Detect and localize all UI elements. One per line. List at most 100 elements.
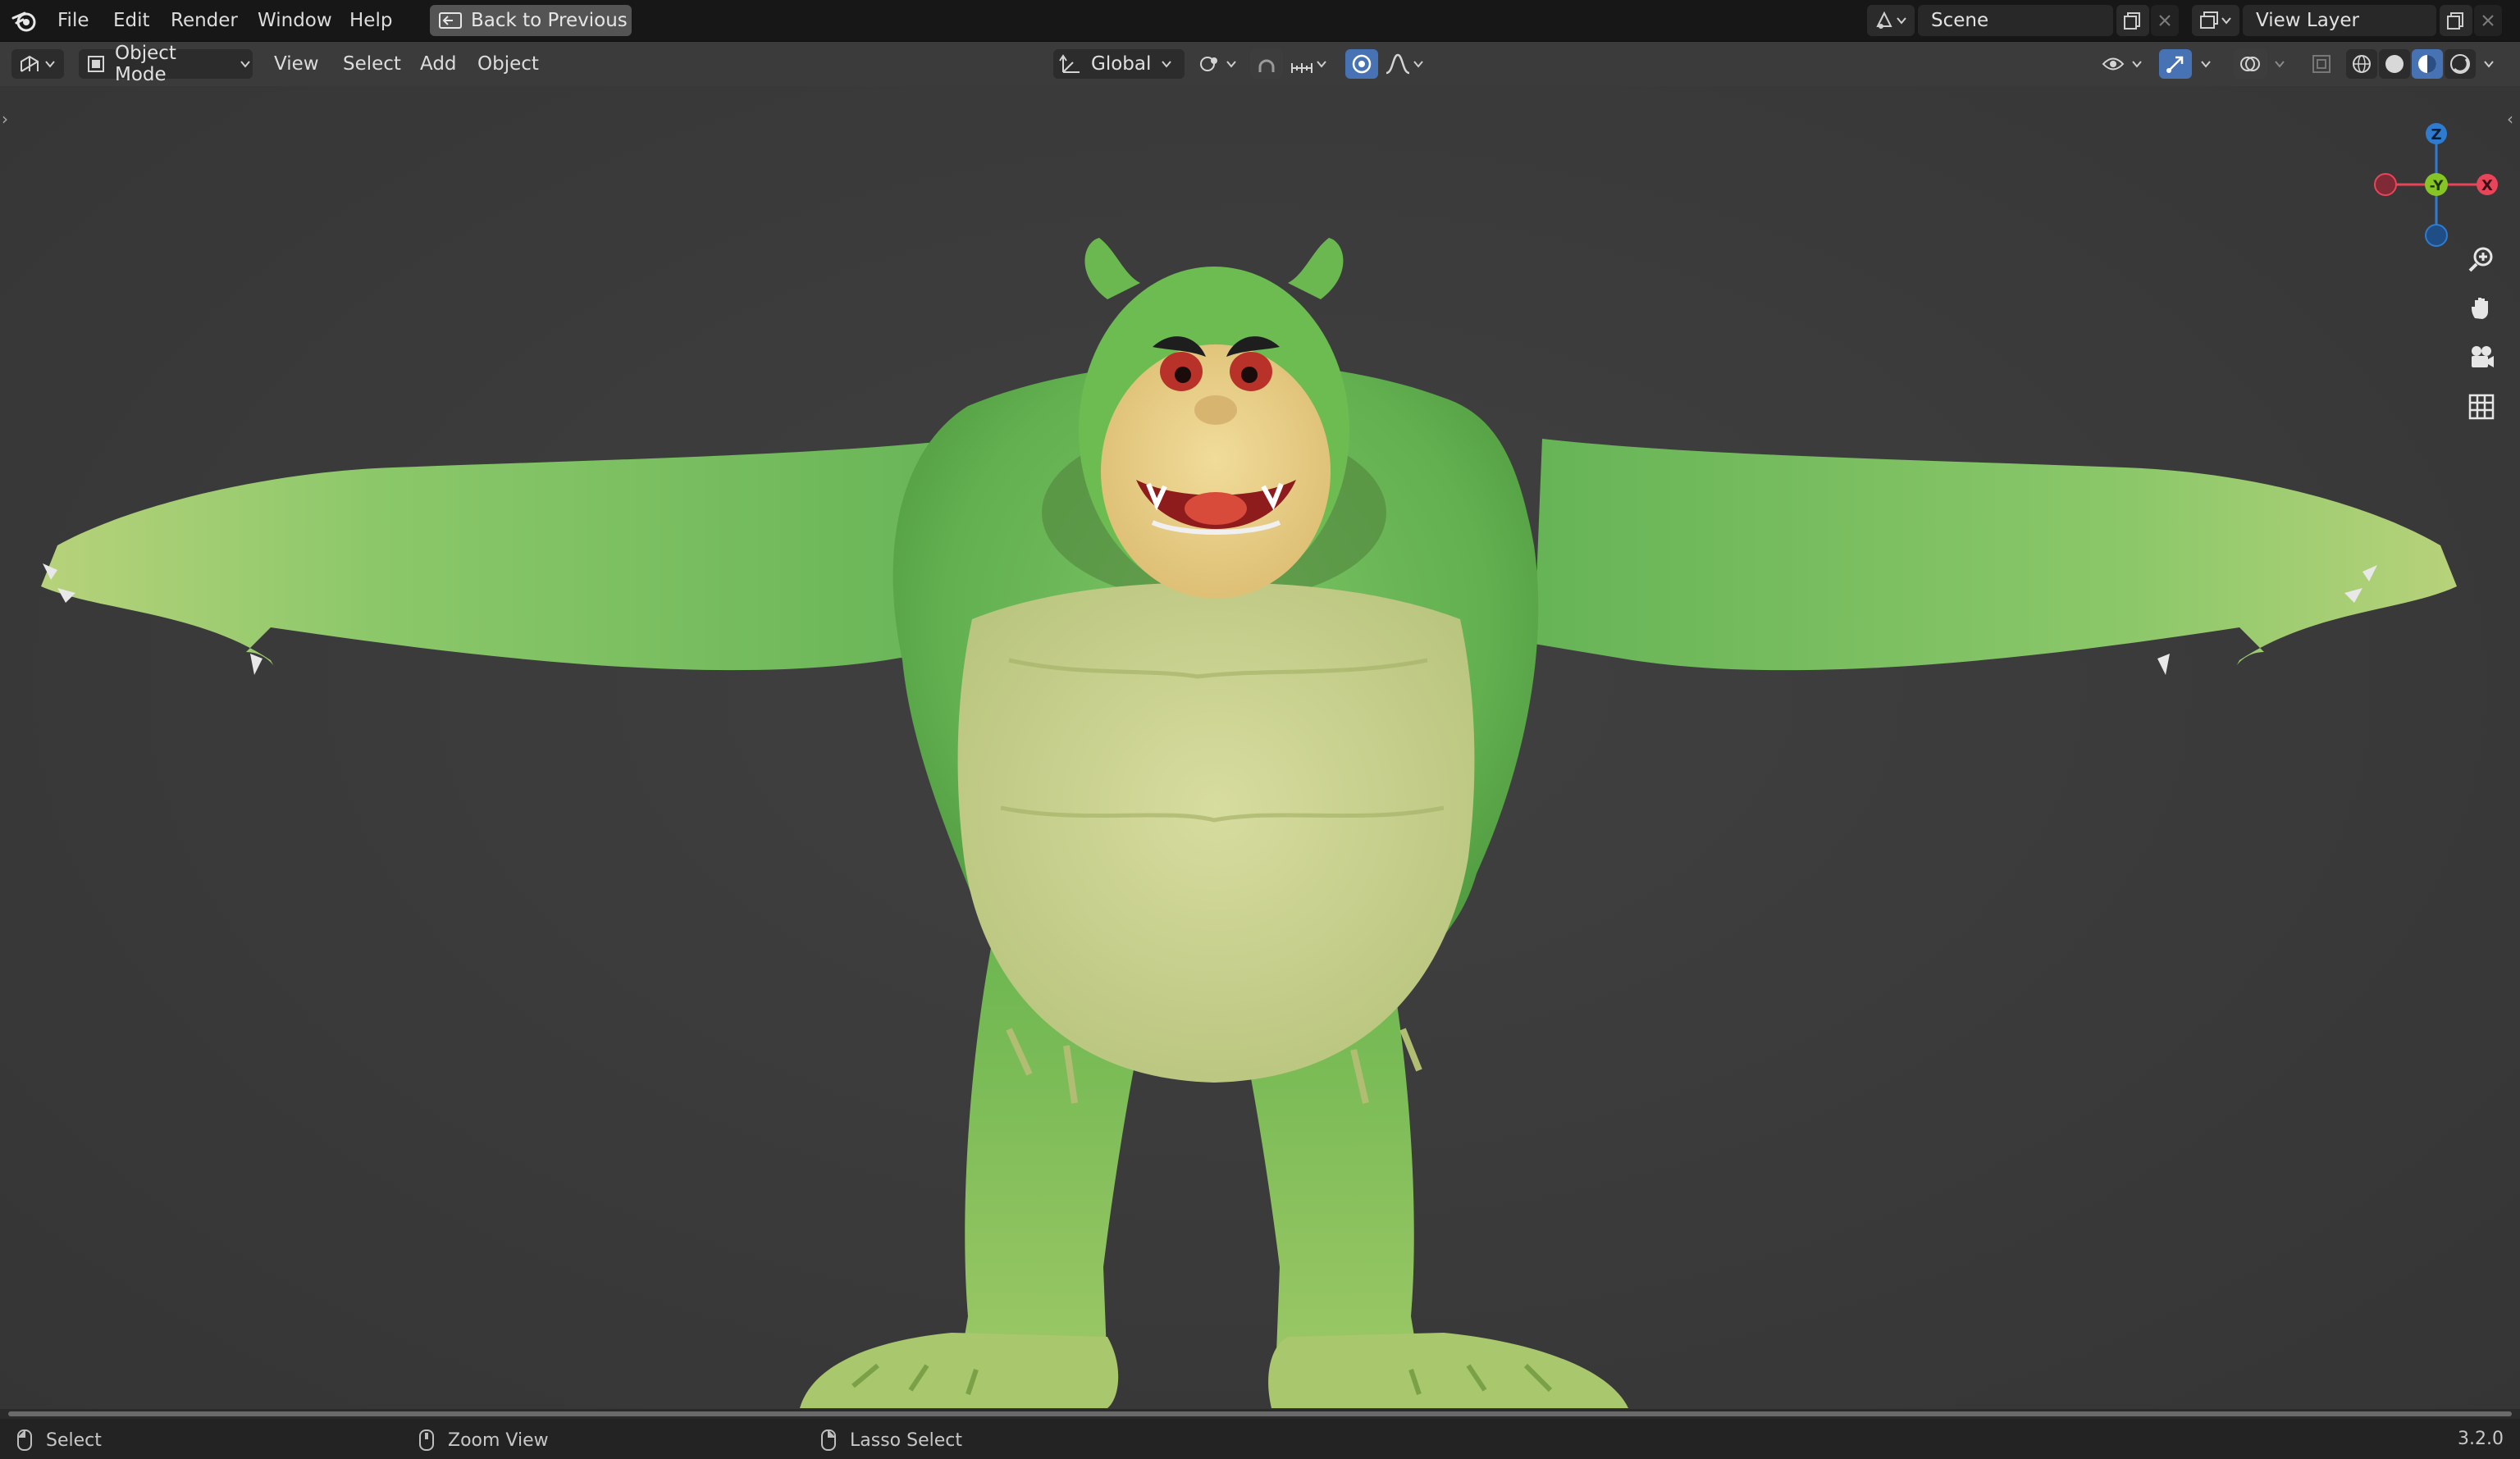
object-mode-icon: [85, 53, 107, 75]
chevron-down-icon: [2272, 57, 2287, 71]
back-icon: [438, 11, 463, 30]
menu-select[interactable]: Select: [336, 50, 408, 78]
back-to-previous-label: Back to Previous: [471, 10, 628, 31]
solid-shading-button[interactable]: [2379, 49, 2410, 79]
blender-logo-icon[interactable]: [11, 8, 38, 33]
status-select-hint: Select: [16, 1429, 102, 1452]
gizmo-y-label: -Y: [2430, 178, 2445, 194]
pan-view-button[interactable]: [2461, 288, 2502, 329]
pivot-icon: [1198, 52, 1224, 75]
editor-type-icon: [18, 53, 43, 75]
pivot-dropdown[interactable]: [1194, 49, 1242, 79]
gizmo-x-negative: [2374, 173, 2397, 196]
new-view-layer-icon: [2446, 11, 2466, 30]
status-lasso-hint: Lasso Select: [820, 1429, 962, 1452]
menu-object[interactable]: Object: [471, 50, 546, 78]
overlay-options-dropdown[interactable]: [2269, 49, 2290, 79]
rendered-shading-button[interactable]: [2445, 49, 2476, 79]
chevron-down-icon: [1224, 57, 1239, 71]
view-layer-browse-button[interactable]: [2192, 5, 2239, 36]
falloff-dropdown[interactable]: [1381, 49, 1431, 79]
snap-increment-icon: [1290, 53, 1314, 75]
3d-viewport[interactable]: › ‹ Z X -Y: [0, 86, 2520, 1412]
monster-model[interactable]: [0, 86, 2520, 1412]
close-icon: [2481, 13, 2495, 28]
menu-help[interactable]: Help: [343, 7, 399, 34]
visibility-dropdown[interactable]: [2097, 49, 2149, 79]
mode-label: Object Mode: [115, 43, 176, 85]
status-bar: Select Zoom View Lasso Select 3.2.0: [0, 1419, 2520, 1459]
show-gizmo-button[interactable]: [2159, 49, 2192, 79]
menu-render[interactable]: Render: [164, 7, 244, 34]
rendered-shading-icon: [2449, 52, 2472, 75]
view-layer-icon: [2199, 10, 2232, 31]
view-layer-name-field[interactable]: View Layer: [2243, 5, 2436, 36]
status-lasso-label: Lasso Select: [850, 1429, 962, 1451]
navigation-gizmo[interactable]: Z X -Y: [2362, 103, 2510, 250]
back-to-previous-button[interactable]: Back to Previous: [430, 5, 632, 36]
new-scene-icon: [2123, 11, 2143, 30]
falloff-curve-icon: [1385, 53, 1411, 75]
mode-dropdown[interactable]: Object Mode: [79, 43, 253, 85]
menu-view[interactable]: View: [267, 50, 326, 78]
zoom-icon: [2467, 244, 2496, 274]
new-scene-button[interactable]: [2116, 5, 2149, 36]
status-zoom-hint: Zoom View: [418, 1429, 549, 1452]
xray-icon: [2311, 53, 2332, 75]
camera-icon: [2467, 343, 2496, 372]
gizmo-z-label: Z: [2431, 126, 2441, 144]
zoom-view-button[interactable]: [2461, 239, 2502, 280]
status-select-label: Select: [46, 1429, 102, 1451]
close-view-layer-button[interactable]: [2474, 5, 2502, 36]
gizmo-x-label: X: [2481, 177, 2493, 194]
menu-window[interactable]: Window: [251, 7, 339, 34]
editor-type-dropdown[interactable]: [11, 49, 64, 79]
scene-icon: [1874, 10, 1907, 31]
orientation-label: Global: [1091, 53, 1152, 75]
scene-name-field[interactable]: Scene: [1918, 5, 2113, 36]
top-menu-bar: File Edit Render Window Help Back to Pre…: [0, 0, 2520, 42]
snap-toggle-button[interactable]: [1250, 49, 1283, 79]
solid-shading-icon: [2383, 52, 2406, 75]
grid-icon: [2468, 393, 2495, 421]
chevron-down-icon: [2198, 57, 2213, 71]
transform-orientation-icon: [1058, 52, 1083, 75]
gizmo-icon: [2164, 52, 2187, 75]
proportional-edit-icon: [1350, 52, 1373, 75]
camera-view-button[interactable]: [2461, 337, 2502, 378]
wireframe-shading-button[interactable]: [2346, 49, 2377, 79]
mouse-right-icon: [820, 1429, 837, 1452]
wireframe-shading-icon: [2350, 52, 2373, 75]
status-zoom-label: Zoom View: [448, 1429, 549, 1451]
menu-edit[interactable]: Edit: [107, 7, 157, 34]
chevron-down-icon: [43, 57, 57, 71]
close-scene-button[interactable]: [2151, 5, 2179, 36]
gizmo-options-dropdown[interactable]: [2195, 49, 2216, 79]
gizmo-z-negative: [2425, 224, 2448, 247]
chevron-down-icon: [1159, 57, 1174, 71]
close-icon: [2157, 13, 2172, 28]
scene-browse-button[interactable]: [1867, 5, 1915, 36]
transform-orientation-dropdown[interactable]: Global: [1053, 49, 1185, 79]
hand-icon: [2467, 294, 2496, 323]
visibility-icon: [2102, 53, 2130, 75]
menu-file[interactable]: File: [51, 7, 96, 34]
toggle-projection-button[interactable]: [2461, 386, 2502, 427]
chevron-down-icon: [238, 57, 253, 71]
version-label: 3.2.0: [2458, 1429, 2504, 1449]
mouse-left-icon: [16, 1429, 33, 1452]
material-shading-button[interactable]: [2412, 49, 2443, 79]
mouse-middle-icon: [418, 1429, 435, 1452]
shading-options-dropdown[interactable]: [2477, 49, 2500, 79]
snap-icon: [1255, 52, 1278, 75]
xray-toggle-button[interactable]: [2307, 49, 2336, 79]
new-view-layer-button[interactable]: [2440, 5, 2472, 36]
material-shading-icon: [2416, 52, 2439, 75]
viewport-header: Object Mode View Select Add Object Globa…: [0, 42, 2520, 86]
chevron-down-icon: [2481, 57, 2496, 71]
horizontal-scrollbar[interactable]: [8, 1411, 2512, 1416]
menu-add[interactable]: Add: [413, 50, 463, 78]
snap-target-dropdown[interactable]: [1286, 49, 1332, 79]
show-overlays-button[interactable]: [2233, 49, 2267, 79]
proportional-edit-button[interactable]: [1345, 49, 1378, 79]
